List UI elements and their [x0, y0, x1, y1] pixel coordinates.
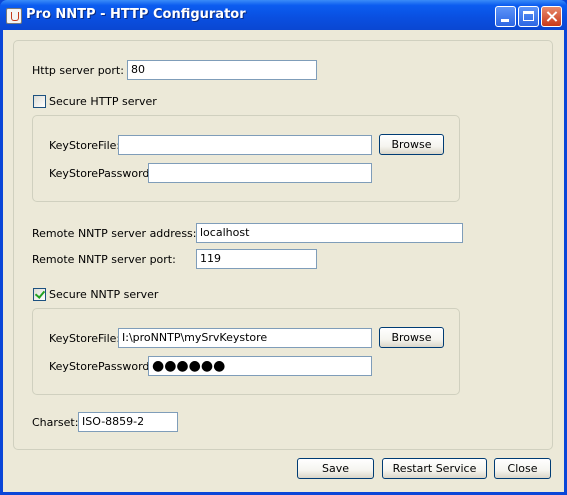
http-browse-button[interactable]: Browse	[379, 134, 444, 155]
nntp-keystore-panel	[32, 308, 460, 395]
nntp-keystore-password-label: KeyStorePassword:	[49, 360, 154, 373]
secure-http-checkbox[interactable]	[33, 95, 46, 108]
java-app-icon	[6, 8, 22, 24]
http-keystore-password-field[interactable]	[148, 163, 372, 183]
window-title: Pro NNTP - HTTP Configurator	[26, 7, 246, 22]
nntp-keystore-password-field[interactable]: ●●●●●●	[148, 356, 372, 376]
maximize-button[interactable]	[518, 6, 539, 27]
http-port-label: Http server port:	[32, 64, 124, 77]
http-keystore-file-field[interactable]	[118, 135, 372, 155]
close-window-button[interactable]	[541, 6, 562, 27]
secure-nntp-label: Secure NNTP server	[49, 288, 159, 301]
nntp-address-field[interactable]: localhost	[196, 223, 463, 243]
http-keystore-password-label: KeyStorePassword:	[49, 167, 154, 180]
close-button[interactable]: Close	[494, 458, 551, 479]
secure-http-label: Secure HTTP server	[49, 95, 157, 108]
save-button[interactable]: Save	[297, 458, 374, 479]
nntp-browse-button[interactable]: Browse	[379, 327, 444, 348]
http-port-field[interactable]: 80	[127, 60, 317, 80]
charset-label: Charset:	[32, 416, 79, 429]
nntp-keystore-file-label: KeyStoreFile:	[49, 332, 121, 345]
title-bar[interactable]: Pro NNTP - HTTP Configurator	[0, 0, 567, 30]
http-keystore-file-label: KeyStoreFile:	[49, 139, 121, 152]
charset-field[interactable]: ISO-8859-2	[78, 412, 178, 432]
secure-nntp-checkbox[interactable]	[33, 288, 46, 301]
nntp-address-label: Remote NNTP server address:	[32, 227, 197, 240]
restart-service-button[interactable]: Restart Service	[382, 458, 487, 479]
client-area: Http server port: 80 Secure HTTP server …	[3, 30, 564, 492]
nntp-keystore-file-field[interactable]: I:\proNNTP\mySrvKeystore	[118, 328, 372, 348]
nntp-port-field[interactable]: 119	[196, 249, 317, 269]
http-keystore-panel	[32, 115, 460, 202]
minimize-button[interactable]	[495, 6, 516, 27]
application-window: Pro NNTP - HTTP Configurator Http server…	[0, 0, 567, 495]
nntp-port-label: Remote NNTP server port:	[32, 253, 176, 266]
